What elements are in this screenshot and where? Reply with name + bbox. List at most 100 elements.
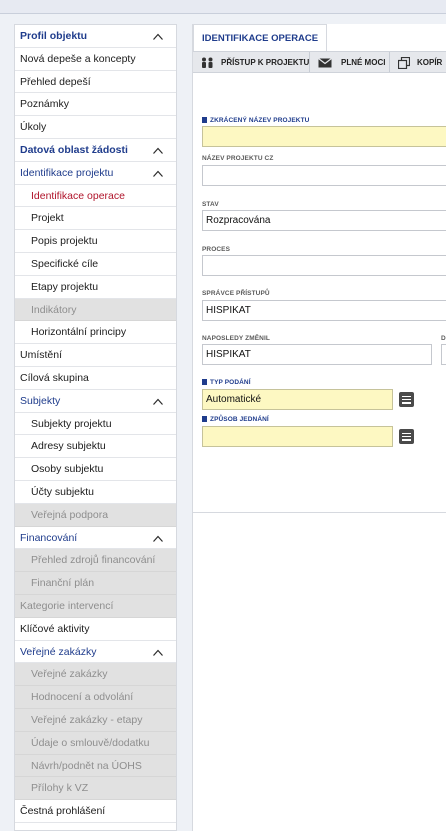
sidebar-item-label: Kategorie intervencí	[20, 599, 114, 612]
sidebar-item-label: Finanční plán	[31, 577, 95, 590]
chevron-up-icon[interactable]	[153, 169, 163, 179]
chevron-up-icon[interactable]	[153, 534, 163, 544]
sidebar-item-label: Osoby subjektu	[31, 463, 104, 476]
sidebar-item-label: Nová depeše a koncepty	[20, 52, 136, 65]
last-changed-field: HISPIKAT	[202, 344, 432, 365]
sidebar-item-horizontalni-principy[interactable]: Horizontální principy	[15, 321, 176, 345]
list-icon[interactable]	[399, 429, 414, 444]
copy-icon	[398, 57, 410, 69]
sidebar-item-identifikace-projektu[interactable]: Identifikace projektu	[15, 162, 176, 185]
sidebar-item-label: Financování	[20, 531, 78, 544]
negotiation-mode-input[interactable]	[202, 426, 393, 447]
chevron-up-icon[interactable]	[153, 397, 163, 407]
sidebar-item-label: Návrh/podnět na ÚOHS	[31, 759, 142, 772]
sidebar-item-label: Veřejná podpora	[31, 508, 109, 521]
sidebar-item-ucty-subjektu[interactable]: Účty subjektu	[15, 481, 176, 504]
last-changed-date-field	[441, 344, 446, 365]
status-label: STAV	[202, 201, 219, 208]
sidebar-item-label: Veřejné zakázky	[31, 668, 108, 681]
power-of-attorney-label: PLNÉ MOCI	[341, 58, 386, 67]
process-field	[202, 255, 446, 276]
chevron-up-icon[interactable]	[153, 32, 163, 42]
short-name-input[interactable]	[202, 126, 446, 147]
sidebar-item-label: Přílohy k VZ	[31, 782, 89, 795]
chevron-up-icon[interactable]	[153, 648, 163, 658]
sidebar-item-label: Specifické cíle	[31, 257, 99, 270]
sidebar-item-label: Etapy projektu	[31, 280, 99, 293]
sidebar-item-popis-projektu[interactable]: Popis projektu	[15, 230, 176, 253]
sidebar-item-label: Úkoly	[20, 121, 47, 134]
sidebar-item-financovani[interactable]: Financování	[15, 527, 176, 550]
power-of-attorney-button[interactable]: PLNÉ MOCI	[310, 52, 390, 72]
sidebar-item-adresy-subjektu[interactable]: Adresy subjektu	[15, 435, 176, 459]
sidebar-item-subjekty-projektu[interactable]: Subjekty projektu	[15, 413, 176, 436]
sidebar-item-label: Čestná prohlášení	[20, 805, 106, 818]
sidebar-item-cilova-skupina[interactable]: Cílová skupina	[15, 367, 176, 390]
sidebar-item-label: Indikátory	[31, 303, 77, 316]
sidebar-item-projekt[interactable]: Projekt	[15, 207, 176, 231]
sidebar-item-datova-oblast-zadosti[interactable]: Datová oblast žádosti	[15, 139, 176, 162]
list-icon[interactable]	[399, 392, 414, 407]
tab-identifikace-operace[interactable]: IDENTIFIKACE OPERACE	[193, 24, 328, 51]
sidebar-item-label: Účty subjektu	[31, 485, 95, 498]
sidebar-item-verejne-zakazky[interactable]: Veřejné zakázky	[15, 641, 176, 664]
sidebar-item-label: Popis projektu	[31, 235, 98, 248]
process-label: PROCES	[202, 246, 231, 253]
sidebar-item-prehled-depesi[interactable]: Přehled depeší	[15, 71, 176, 94]
sidebar-item-label: Subjekty projektu	[31, 417, 112, 430]
sidebar-item-osoby-subjektu[interactable]: Osoby subjektu	[15, 458, 176, 481]
envelope-icon	[318, 58, 332, 68]
sidebar-item-etapy-projektu[interactable]: Etapy projektu	[15, 276, 176, 299]
last-changed-label: NAPOSLEDY ZMĚNIL	[202, 335, 270, 342]
sidebar-item-ukoly[interactable]: Úkoly	[15, 116, 176, 139]
sidebar-item-verejna-podpora: Veřejná podpora	[15, 503, 176, 527]
sidebar-item-label: Identifikace projektu	[20, 166, 114, 179]
copy-button[interactable]: KOPÍR	[390, 52, 446, 72]
sidebar-item-prilohy-k-vz: Přílohy k VZ	[15, 777, 176, 801]
sidebar-item-prehled-zdroju-financovani: Přehled zdrojů financování	[15, 549, 176, 573]
submission-type-input[interactable]: Automatické	[202, 389, 393, 410]
content-panel: IDENTIFIKACE OPERACE PŘÍSTUP K PROJEKTU …	[192, 24, 446, 831]
sidebar-item-label: Profil objektu	[20, 30, 88, 42]
required-icon	[202, 416, 207, 422]
sidebar-item-cestna-prohlaseni[interactable]: Čestná prohlášení	[15, 800, 176, 823]
sidebar-item-kategorie-intervenci: Kategorie intervencí	[15, 594, 176, 618]
sidebar-item-poznamky[interactable]: Poznámky	[15, 93, 176, 117]
short-name-label: ZKRÁCENÝ NÁZEV PROJEKTU	[202, 117, 309, 124]
status-field: Rozpracována	[202, 210, 446, 231]
access-admin-field: HISPIKAT	[202, 300, 446, 321]
sidebar-item-label: Přehled depeší	[20, 75, 91, 88]
sidebar-item-label: Subjekty	[20, 394, 61, 407]
access-to-project-button[interactable]: PŘÍSTUP K PROJEKTU	[193, 52, 310, 72]
sidebar-item-label: Adresy subjektu	[31, 440, 106, 453]
name-cz-label: NÁZEV PROJEKTU CZ	[202, 155, 274, 162]
sidebar-item-specificke-cile[interactable]: Specifické cíle	[15, 253, 176, 276]
sidebar-item-profil-objektu[interactable]: Profil objektu	[15, 25, 176, 48]
sidebar-item-umisteni[interactable]: Umístění	[15, 344, 176, 367]
sidebar-item-label: Cílová skupina	[20, 371, 89, 384]
sidebar-item-verejne-zakazky-etapy: Veřejné zakázky - etapy	[15, 708, 176, 732]
chevron-up-icon[interactable]	[153, 146, 163, 156]
sidebar-item-financni-plan: Finanční plán	[15, 572, 176, 595]
operation-form: ZKRÁCENÝ NÁZEV PROJEKTU NÁZEV PROJEKTU C…	[193, 73, 446, 513]
sidebar-item-nova-depese-a-koncepty[interactable]: Nová depeše a koncepty	[15, 48, 176, 71]
name-cz-input[interactable]	[202, 165, 446, 186]
sidebar-item-udaje-o-smlouve-dodatku: Údaje o smlouvě/dodatku	[15, 731, 176, 755]
top-bar	[0, 0, 446, 14]
sidebar-item-verejne-zakazky: Veřejné zakázky	[15, 663, 176, 687]
copy-label: KOPÍR	[417, 58, 443, 67]
required-icon	[202, 117, 207, 123]
navigation-sidebar: Profil objektu Nová depeše a koncepty Přeh…	[14, 24, 177, 831]
sidebar-item-identifikace-operace[interactable]: Identifikace operace	[15, 185, 176, 208]
users-icon	[202, 57, 213, 68]
sidebar-item-subjekty[interactable]: Subjekty	[15, 390, 176, 413]
sidebar-item-label: Identifikace operace	[31, 189, 125, 202]
sidebar-item-label: Horizontální principy	[31, 326, 127, 339]
sidebar-item-label: Projekt	[31, 212, 64, 225]
sidebar-item-label: Údaje o smlouvě/dodatku	[31, 736, 150, 749]
sidebar-item-klicove-aktivity[interactable]: Klíčové aktivity	[15, 618, 176, 641]
access-admin-label: SPRÁVCE PŘÍSTUPŮ	[202, 290, 270, 297]
sidebar-item-label: Umístění	[20, 349, 63, 362]
sidebar-item-label: Poznámky	[20, 98, 70, 111]
submission-type-label: TYP PODÁNÍ	[202, 379, 251, 386]
